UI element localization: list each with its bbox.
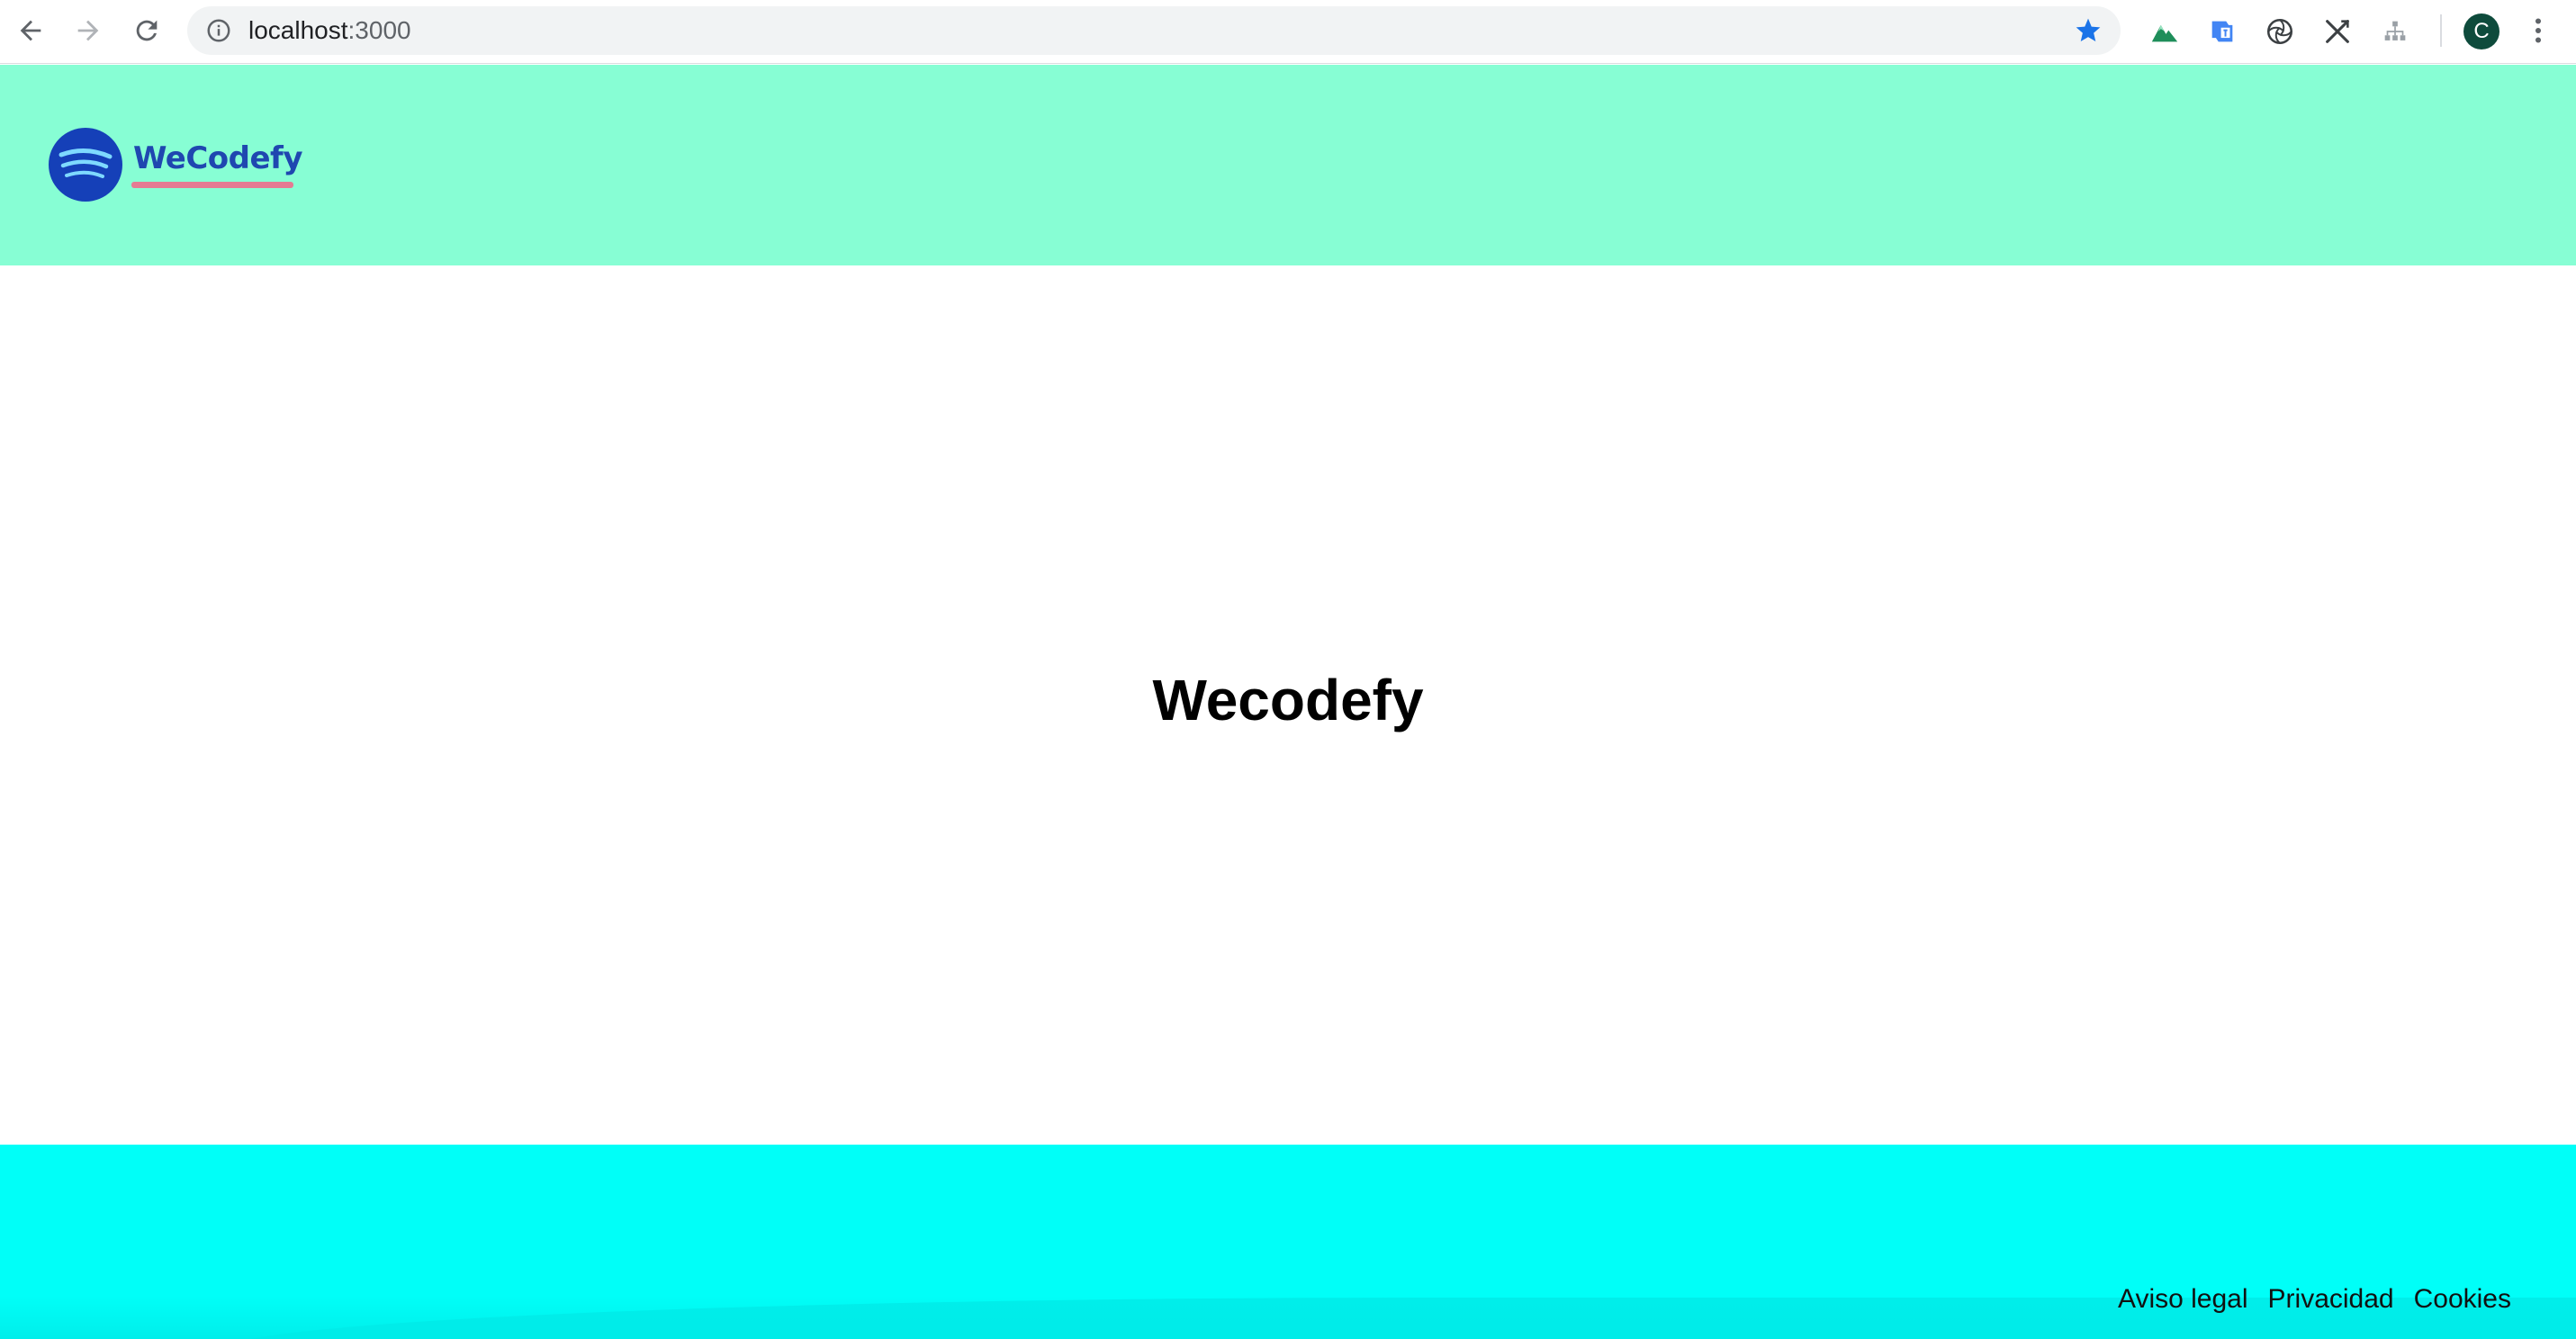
logo-underline [131, 182, 293, 188]
footer-nav: Aviso legal Privacidad Cookies [2118, 1284, 2511, 1315]
page-title: Wecodefy [1152, 668, 1424, 732]
url-port: :3000 [347, 16, 411, 44]
main-content: Wecodefy [0, 265, 2576, 1145]
footer-link-cookies[interactable]: Cookies [2414, 1284, 2511, 1315]
bookmark-star-icon[interactable] [2074, 16, 2103, 45]
url-host: localhost [248, 16, 348, 44]
extension-button-4[interactable] [2320, 14, 2355, 49]
footer-link-privacy[interactable]: Privacidad [2268, 1284, 2394, 1315]
site-logo[interactable]: WeCodefy [49, 124, 310, 202]
address-bar[interactable]: localhost:3000 [187, 6, 2121, 55]
translate-icon [2211, 21, 2233, 42]
kebab-menu-icon[interactable] [2526, 13, 2551, 49]
extension-button-1[interactable] [2148, 14, 2182, 49]
tree-icon [2384, 21, 2406, 40]
tools-icon [2326, 20, 2349, 43]
mountain-icon [2151, 24, 2178, 42]
extension-button-5[interactable] [2378, 14, 2412, 49]
browser-toolbar: localhost:3000 C [0, 0, 2576, 64]
toolbar-divider [2440, 14, 2442, 47]
extension-button-2[interactable] [2205, 14, 2239, 49]
forward-button[interactable] [70, 13, 106, 49]
arrow-right-icon [77, 20, 99, 41]
logo-text: WeCodefy [133, 140, 303, 176]
arrow-left-icon [20, 20, 41, 41]
back-button[interactable] [13, 13, 49, 49]
footer-link-legal[interactable]: Aviso legal [2118, 1284, 2248, 1315]
site-header: WeCodefy [0, 65, 2576, 265]
reload-button[interactable] [129, 13, 165, 49]
browser-window: localhost:3000 C WeCodefy Wecodefy Aviso… [0, 0, 2576, 1339]
logo-circle-icon [49, 128, 122, 202]
extension-button-3[interactable] [2263, 14, 2297, 49]
info-icon[interactable] [205, 17, 232, 44]
url-text[interactable]: localhost:3000 [248, 6, 411, 55]
reload-icon [136, 20, 158, 41]
site-footer: Aviso legal Privacidad Cookies [0, 1145, 2576, 1339]
spiral-icon [2266, 18, 2293, 45]
profile-avatar[interactable]: C [2463, 13, 2499, 49]
